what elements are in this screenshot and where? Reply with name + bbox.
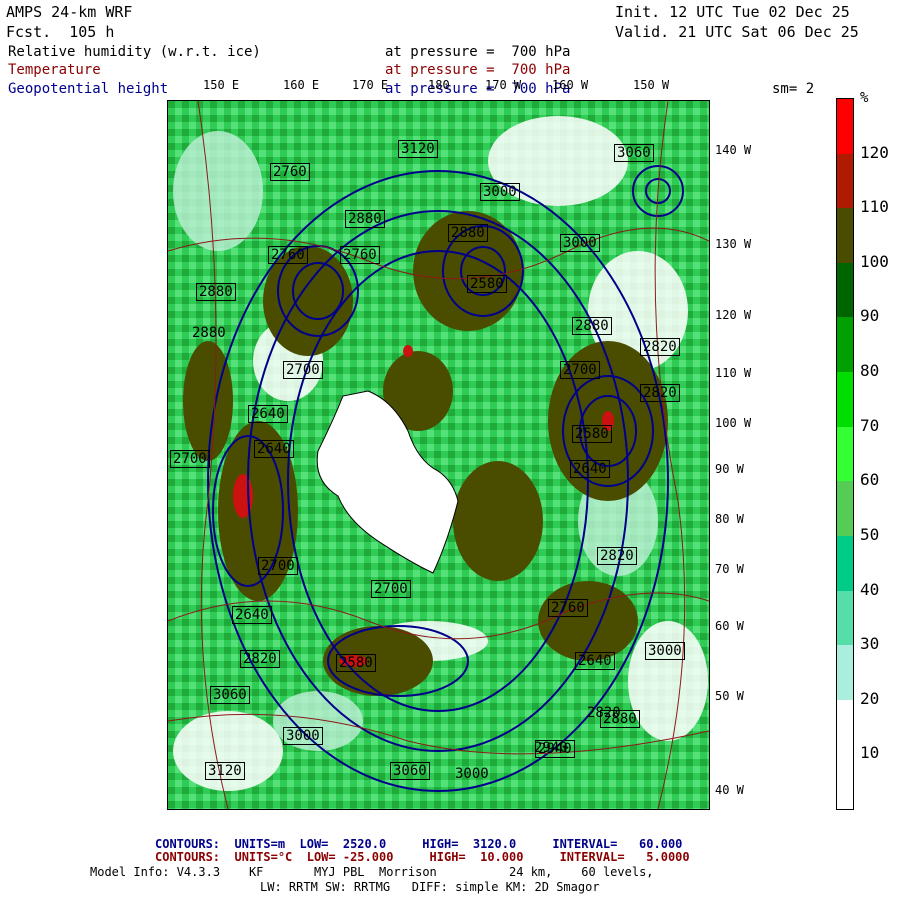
height-label: 2580 xyxy=(467,275,507,293)
colorbar-tick-label: 90 xyxy=(860,306,880,326)
height-label: 2640 xyxy=(248,405,288,423)
height-label: 3000 xyxy=(455,766,489,782)
lon-label-right: 80 W xyxy=(715,512,744,526)
footer-temp-contours: CONTOURS: UNITS=°C LOW= -25.000 HIGH= 10… xyxy=(155,850,690,864)
colorbar-segment xyxy=(837,317,853,373)
height-label: 2820 xyxy=(597,547,637,565)
height-label: 2700 xyxy=(170,450,210,468)
height-label: 2940 xyxy=(534,740,568,756)
colorbar-tick-label: 30 xyxy=(860,634,880,654)
height-label: 2880 xyxy=(345,210,385,228)
colorbar-segment xyxy=(837,99,853,155)
colorbar-tick-label: 10 xyxy=(860,743,880,763)
lon-label-right: 50 W xyxy=(715,689,744,703)
colorbar-tick-label: 40 xyxy=(860,579,880,599)
lon-label-right: 110 W xyxy=(715,366,752,380)
lon-label-right: 120 W xyxy=(715,308,752,322)
height-label: 2880 xyxy=(572,317,612,335)
height-label: 2880 xyxy=(192,325,226,341)
colorbar-segment xyxy=(837,208,853,264)
colorbar-tick-label: 50 xyxy=(860,524,880,544)
height-label: 2880 xyxy=(448,224,488,242)
lon-label-top: 180 xyxy=(428,78,450,92)
colorbar-tick-label: 120 xyxy=(860,142,889,162)
height-label: 3000 xyxy=(560,234,600,252)
colorbar-segment xyxy=(837,754,853,810)
colorbar-unit: % xyxy=(860,90,869,106)
height-label: 2700 xyxy=(560,361,600,379)
lon-label-top: 150 E xyxy=(203,78,240,92)
field-temp-name: Temperature xyxy=(8,62,101,78)
colorbar-segment xyxy=(837,481,853,537)
height-label: 2820 xyxy=(587,705,621,721)
forecast-hour: Fcst. 105 h xyxy=(6,23,115,41)
colorbar-segment xyxy=(837,699,853,755)
init-time: Init. 12 UTC Tue 02 Dec 25 xyxy=(615,3,850,21)
height-label: 2820 xyxy=(640,338,680,356)
colorbar-segment xyxy=(837,262,853,318)
lon-label-top: 160 W xyxy=(552,78,589,92)
colorbar-segment xyxy=(837,153,853,209)
colorbar-segment xyxy=(837,535,853,592)
lon-label-right: 100 W xyxy=(715,416,752,430)
height-label: 2700 xyxy=(258,557,298,575)
height-label: 3000 xyxy=(645,642,685,660)
lon-label-right: 70 W xyxy=(715,562,744,576)
colorbar-tick-label: 20 xyxy=(860,688,880,708)
footer-model-info: Model Info: V4.3.3 KF MYJ PBL Morrison 2… xyxy=(90,865,654,879)
lon-label-right: 90 W xyxy=(715,462,744,476)
height-label: 2820 xyxy=(640,384,680,402)
field-rh-level: at pressure = 700 hPa xyxy=(385,44,571,60)
lon-label-top: 170 W xyxy=(485,78,522,92)
height-label: 2640 xyxy=(254,440,294,458)
lon-label-right: 130 W xyxy=(715,237,752,251)
height-label: 3060 xyxy=(210,686,250,704)
height-label: 2640 xyxy=(575,652,615,670)
height-label: 2760 xyxy=(548,599,588,617)
valid-time: Valid. 21 UTC Sat 06 Dec 25 xyxy=(615,23,859,41)
height-label: 2700 xyxy=(371,580,411,598)
height-label: 2640 xyxy=(232,606,272,624)
colorbar-segment xyxy=(837,590,853,646)
lon-label-right: 140 W xyxy=(715,143,752,157)
height-label: 2760 xyxy=(340,246,380,264)
colorbar-tick-label: 70 xyxy=(860,415,880,435)
height-label: 2700 xyxy=(283,361,323,379)
height-label: 3120 xyxy=(398,140,438,158)
colorbar-tick-label: 100 xyxy=(860,251,889,271)
height-label: 3120 xyxy=(205,762,245,780)
field-height-name: Geopotential height xyxy=(8,81,169,97)
height-label: 2880 xyxy=(196,283,236,301)
lon-label-top: 160 E xyxy=(283,78,320,92)
height-label: 2580 xyxy=(572,425,612,443)
colorbar-tick-label: 80 xyxy=(860,361,880,381)
lon-label-right: 60 W xyxy=(715,619,744,633)
colorbar-tick-label: 110 xyxy=(860,197,889,217)
colorbar-segment xyxy=(837,645,853,701)
height-label: 2580 xyxy=(336,654,376,672)
height-label: 3060 xyxy=(390,762,430,780)
lon-label-right: 40 W xyxy=(715,783,744,797)
field-rh-name: Relative humidity (w.r.t. ice) xyxy=(8,44,261,60)
colorbar-segment xyxy=(837,372,853,428)
height-label: 3060 xyxy=(614,144,654,162)
height-label: 3000 xyxy=(283,727,323,745)
smoothing-label: sm= 2 xyxy=(772,81,815,97)
lon-label-top: 170 E xyxy=(352,78,389,92)
field-height-level: at pressure = 700 hPa xyxy=(385,81,571,97)
height-label: 2760 xyxy=(270,163,310,181)
footer-physics-info: LW: RRTM SW: RRTMG DIFF: simple KM: 2D S… xyxy=(260,880,600,894)
field-temp-level: at pressure = 700 hPa xyxy=(385,62,571,78)
colorbar xyxy=(836,98,854,810)
height-label: 2820 xyxy=(240,650,280,668)
height-label: 2760 xyxy=(268,246,308,264)
height-label: 2640 xyxy=(570,460,610,478)
colorbar-segment xyxy=(837,426,853,482)
model-title: AMPS 24-km WRF xyxy=(6,3,133,21)
height-label: 3000 xyxy=(480,183,520,201)
colorbar-tick-label: 60 xyxy=(860,470,880,490)
lon-label-top: 150 W xyxy=(633,78,670,92)
